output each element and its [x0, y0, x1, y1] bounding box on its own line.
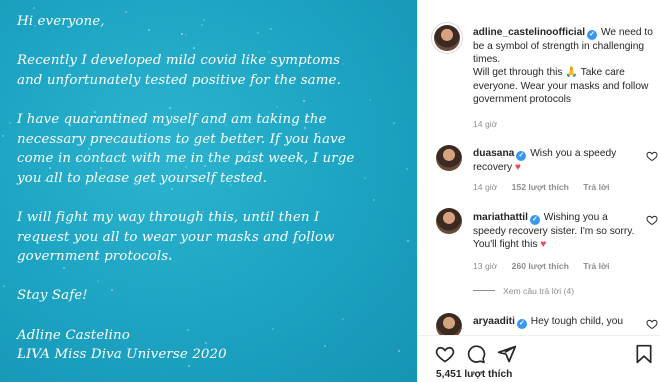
letter-line: government protocols. — [17, 249, 173, 265]
comment-time[interactable]: 13 giờ — [473, 261, 497, 271]
verified-icon: ✓ — [516, 319, 527, 329]
letter-line: come in contact with me in the past week… — [17, 151, 355, 167]
heart-emoji: ♥ — [514, 162, 521, 173]
like-comment-icon[interactable] — [646, 214, 658, 226]
background-speck — [3, 285, 5, 287]
letter-line: necessary precautions to get better. If … — [17, 131, 346, 147]
comment-username[interactable]: duasana — [473, 148, 514, 159]
background-speck — [188, 365, 190, 367]
letter-line: you all to please get yourself tested. — [17, 170, 268, 186]
verified-icon: ✓ — [529, 215, 540, 225]
like-comment-icon[interactable] — [646, 318, 658, 330]
verified-icon: ✓ — [516, 151, 527, 161]
letter-line: Hi everyone, — [17, 14, 105, 29]
reply-link[interactable]: Trả lời — [583, 261, 609, 271]
heart-icon[interactable] — [435, 344, 455, 364]
comment-avatar[interactable] — [436, 208, 462, 234]
caption-time[interactable]: 14 giờ — [473, 119, 497, 129]
letter-line: I will fight my way through this, until … — [17, 209, 320, 225]
like-comment-icon[interactable] — [646, 150, 658, 162]
comment-likes[interactable]: 260 lượt thích — [512, 261, 569, 271]
likes-count[interactable]: 5,451 lượt thích — [436, 369, 512, 380]
background-speck — [33, 7, 35, 9]
caption-part2: Will get through this — [473, 67, 563, 79]
comment-username[interactable]: mariathattil — [473, 212, 528, 223]
comment-likes[interactable]: 152 lượt thích — [512, 182, 569, 192]
view-replies-label[interactable]: Xem câu trả lời (4) — [503, 286, 574, 296]
comment-time[interactable]: 14 giờ — [473, 182, 497, 192]
pray-emoji: 🙏 — [565, 67, 578, 79]
letter-line: Recently I developed mild covid like sym… — [17, 53, 341, 69]
action-bar: 5,451 lượt thích — [418, 335, 660, 382]
comment-3-text: aryaaditi ✓ Hey tough child, you — [473, 315, 638, 329]
background-speck — [9, 122, 11, 124]
background-speck — [2, 135, 4, 137]
verified-icon: ✓ — [587, 30, 598, 40]
caption-meta: 14 giờ — [473, 119, 509, 129]
comment-icon[interactable] — [466, 344, 486, 364]
letter-line: I have quarantined myself and am taking … — [17, 111, 327, 127]
comment-1-meta: 14 giờ 152 lượt thích Trả lời — [473, 182, 621, 192]
letter-line: request you all to wear your masks and f… — [17, 229, 335, 245]
letter-text: Hi everyone, Recently I developed mild c… — [17, 12, 407, 365]
bookmark-icon[interactable] — [634, 344, 654, 364]
replies-divider — [473, 290, 495, 291]
comment-2-text: mariathattil ✓ Wishing you a speedy recov… — [473, 211, 638, 251]
letter-line: Adline Castelino — [17, 327, 130, 343]
letter-line: LIVA Miss Diva Universe 2020 — [17, 347, 227, 363]
heart-emoji: ♥ — [540, 239, 547, 251]
letter-line: Stay Safe! — [17, 288, 88, 304]
share-icon[interactable] — [497, 344, 517, 364]
comment-body: Hey tough child, you — [530, 316, 624, 327]
caption-username[interactable]: adline_castelinoofficial — [473, 27, 585, 38]
post-image: Hi everyone, Recently I developed mild c… — [0, 0, 417, 382]
view-replies[interactable]: Xem câu trả lời (4) — [473, 286, 574, 296]
comment-avatar[interactable] — [436, 145, 462, 171]
background-speck — [407, 240, 409, 242]
caption-avatar[interactable] — [434, 25, 460, 51]
reply-link[interactable]: Trả lời — [583, 182, 609, 192]
caption-text: adline_castelinoofficial ✓ We need to be … — [473, 26, 656, 106]
comment-1-text: duasana ✓ Wish you a speedy recovery ♥ — [473, 147, 638, 174]
post-sidebar: adline_castelinoofficial ✓ We need to be … — [417, 0, 660, 382]
comment-2-meta: 13 giờ 260 lượt thích Trả lời — [473, 261, 621, 271]
comment-username[interactable]: aryaaditi — [473, 316, 515, 327]
letter-line: and unfortunately tested positive for th… — [17, 72, 341, 88]
